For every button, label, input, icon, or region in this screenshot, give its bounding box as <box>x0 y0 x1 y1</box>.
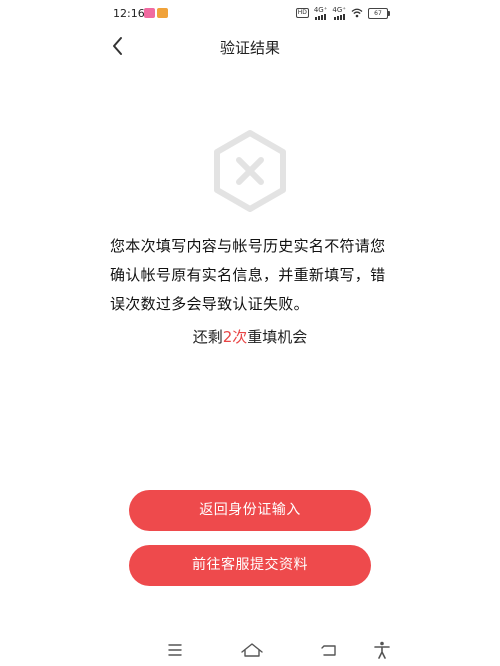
hd-badge: HD <box>295 8 309 18</box>
battery-icon: 67 <box>368 7 390 19</box>
back-icon[interactable] <box>320 640 340 660</box>
accessibility-icon[interactable] <box>372 640 392 660</box>
app-notification-icon <box>157 8 168 18</box>
app-notification-icon <box>144 8 155 18</box>
retry-prefix: 还剩 <box>192 328 223 346</box>
wifi-icon <box>351 8 363 18</box>
home-icon[interactable] <box>240 640 264 660</box>
result-message: 您本次填写内容与帐号历史实名不符请您确认帐号原有实名信息，并重新填写，错误次数过… <box>110 237 386 313</box>
sim1-signal-icon: 4G⁺ <box>314 6 327 20</box>
sim2-signal-icon: 4G⁺ <box>332 6 346 20</box>
retry-suffix: 重填机会 <box>247 328 308 346</box>
system-navigation-bar <box>0 636 500 664</box>
return-id-input-button[interactable]: 返回身份证输入 <box>129 490 371 531</box>
retry-info: 还剩2次重填机会 <box>0 326 500 347</box>
navigation-bar: 验证结果 <box>0 28 500 64</box>
error-x-hexagon-icon <box>214 130 286 212</box>
contact-service-button[interactable]: 前往客服提交资料 <box>129 545 371 586</box>
status-bar: 12:16 HD 4G⁺ 4G⁺ 67 <box>0 0 500 28</box>
retry-count: 2次 <box>222 328 248 346</box>
status-indicators: HD 4G⁺ 4G⁺ 67 <box>295 6 390 20</box>
page-title: 验证结果 <box>219 39 280 57</box>
menu-icon[interactable] <box>165 640 185 660</box>
status-time: 12:16 <box>113 7 145 20</box>
